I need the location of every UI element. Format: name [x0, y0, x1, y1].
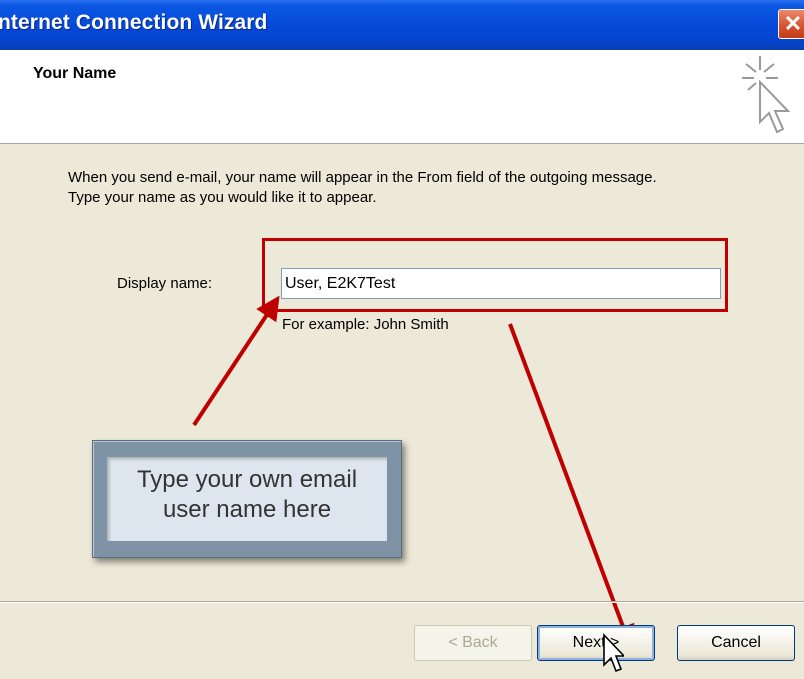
- title-bar: nternet Connection Wizard ✕: [0, 0, 804, 50]
- intro-text: When you send e-mail, your name will app…: [68, 168, 657, 208]
- callout-box: Type your own email user name here: [92, 440, 402, 558]
- window-title: nternet Connection Wizard: [0, 11, 268, 34]
- back-button[interactable]: < Back: [414, 625, 532, 661]
- example-text: For example: John Smith: [282, 316, 449, 333]
- arrow-to-next: [508, 323, 635, 650]
- next-button[interactable]: Next >: [537, 625, 655, 661]
- wizard-sparkle-cursor-icon: [742, 56, 791, 134]
- highlight-box: [262, 238, 728, 312]
- button-divider: [0, 601, 804, 603]
- wizard-header: Your Name: [0, 50, 804, 144]
- callout-text: Type your own email user name here: [136, 466, 358, 523]
- page-title: Your Name: [33, 65, 117, 82]
- close-button[interactable]: ✕: [778, 9, 804, 39]
- intro-line-2: Type your name as you would like it to a…: [68, 189, 377, 206]
- display-name-label: Display name:: [117, 275, 213, 292]
- intro-line-1: When you send e-mail, your name will app…: [68, 169, 657, 186]
- arrow-to-field: [192, 295, 280, 427]
- mouse-cursor-icon: [603, 633, 624, 673]
- cancel-button[interactable]: Cancel: [677, 625, 795, 661]
